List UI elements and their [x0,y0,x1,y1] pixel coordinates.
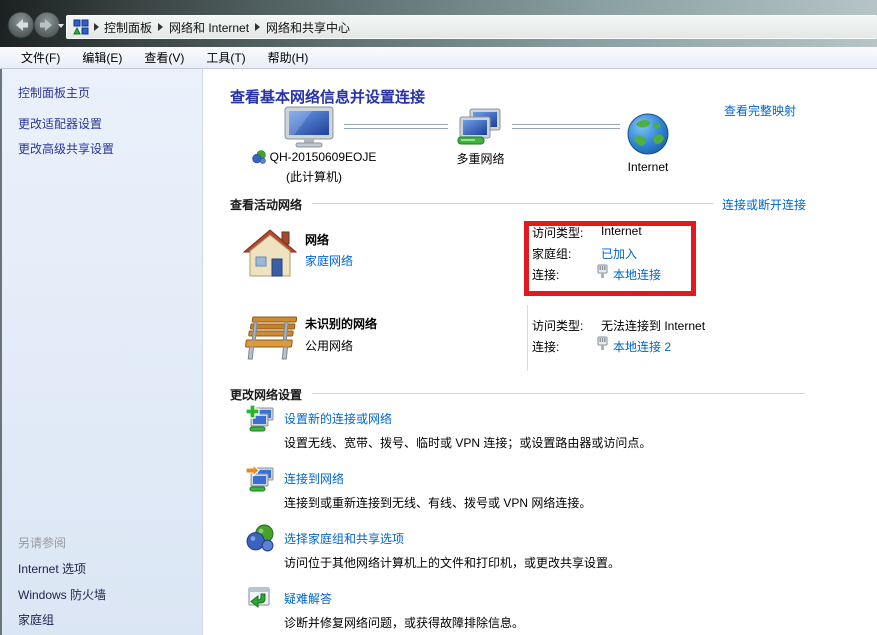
menu-view[interactable]: 查看(V) [133,47,195,69]
recent-pages-dropdown-icon[interactable] [58,24,64,28]
map-connector-line [512,124,620,129]
see-full-map-link[interactable]: 查看完整映射 [724,102,796,119]
menu-file[interactable]: 文件(F) [10,47,71,69]
section-rule [312,203,714,204]
network1-name: 网络 [305,231,329,248]
breadcrumb-item-network-internet[interactable]: 网络和 Internet [169,19,249,36]
network1-category-link[interactable]: 家庭网络 [305,252,353,269]
network2-connections-label: 连接: [532,338,559,355]
setup-new-connection-icon [245,404,275,434]
breadcrumb-separator-icon [255,23,260,31]
network2-local-connection2-link[interactable]: 本地连接 2 [613,338,671,355]
this-computer-icon [282,106,336,150]
breadcrumb-item-control-panel[interactable]: 控制面板 [104,19,152,36]
computer-label-row: QH-20150609EOJE [228,150,400,164]
map-connector-line [344,124,448,129]
back-button[interactable] [7,11,35,39]
sidebar-item-windows-firewall[interactable]: Windows 防火墙 [18,586,106,603]
connect-disconnect-link[interactable]: 连接或断开连接 [722,196,806,213]
column-divider [527,305,528,371]
sidebar-item-internet-options[interactable]: Internet 选项 [18,560,86,577]
menu-tools[interactable]: 工具(T) [195,47,256,69]
homegroup-mini-icon [252,150,266,164]
page-title: 查看基本网络信息并设置连接 [230,86,425,107]
troubleshoot-icon [247,586,271,610]
homegroup-sharing-options-desc: 访问位于其他网络计算机上的文件和打印机，或更改共享设置。 [284,554,620,571]
network2-name: 未识别的网络 [305,315,377,332]
sidebar-item-homegroup[interactable]: 家庭组 [18,611,54,628]
change-settings-header: 更改网络设置 [230,386,302,403]
computer-name-label: QH-20150609EOJE [270,150,377,164]
ethernet-plug-icon [597,336,608,351]
internet-label: Internet [602,160,694,174]
sidebar-item-change-adapter-settings[interactable]: 更改适配器设置 [18,115,102,132]
public-network-bench-icon [241,314,301,364]
setup-new-connection-desc: 设置无线、宽带、拨号、临时或 VPN 连接；或设置路由器或访问点。 [284,434,651,451]
breadcrumb-separator-icon [94,23,99,31]
internet-globe-icon [626,112,670,156]
network-sharing-center-icon [73,19,89,35]
homegroup-sharing-options-link[interactable]: 选择家庭组和共享选项 [284,530,404,547]
multiple-networks-label: 多重网络 [428,150,533,167]
network2-access-value: 无法连接到 Internet [601,317,705,334]
breadcrumb-item-network-sharing-center[interactable]: 网络和共享中心 [266,19,350,36]
menu-edit[interactable]: 编辑(E) [71,47,133,69]
sidebar-see-also-header: 另请参阅 [18,534,66,551]
breadcrumb-separator-icon [158,23,163,31]
troubleshoot-desc: 诊断并修复网络问题，或获得故障排除信息。 [284,614,524,631]
highlight-annotation-box [524,221,696,296]
connect-to-network-link[interactable]: 连接到网络 [284,470,344,487]
homegroup-options-icon [246,524,274,552]
computer-sublabel: (此计算机) [228,168,400,185]
home-network-icon [242,226,298,282]
troubleshoot-link[interactable]: 疑难解答 [284,590,332,607]
breadcrumb: 控制面板 网络和 Internet 网络和共享中心 [104,19,350,36]
sidebar-item-control-panel-home[interactable]: 控制面板主页 [18,84,90,101]
section-rule [312,393,805,394]
network2-access-label: 访问类型: [532,317,583,334]
active-networks-header: 查看活动网络 [230,196,302,213]
title-bar: 控制面板 网络和 Internet 网络和共享中心 [0,0,877,47]
menu-help[interactable]: 帮助(H) [257,47,320,69]
sidebar-item-change-advanced-sharing[interactable]: 更改高级共享设置 [18,140,114,157]
forward-button[interactable] [33,11,61,39]
multiple-networks-icon [452,108,504,148]
address-bar[interactable]: 控制面板 网络和 Internet 网络和共享中心 [66,15,877,39]
setup-new-connection-link[interactable]: 设置新的连接或网络 [284,410,392,427]
connect-to-network-icon [245,464,275,494]
menu-bar: 文件(F) 编辑(E) 查看(V) 工具(T) 帮助(H) [0,47,877,69]
network2-category: 公用网络 [305,337,353,354]
connect-to-network-desc: 连接到或重新连接到无线、有线、拨号或 VPN 网络连接。 [284,494,591,511]
